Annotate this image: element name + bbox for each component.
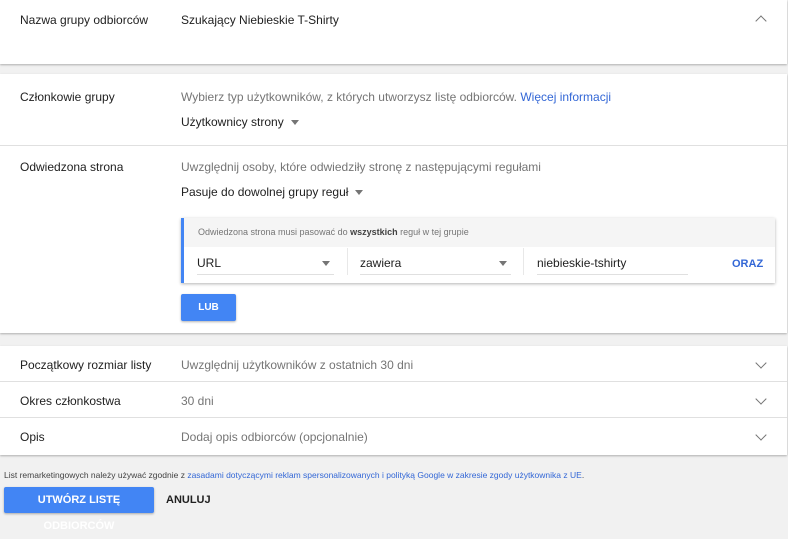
rule-group: Odwiedzona strona musi pasować do wszyst… <box>181 218 775 283</box>
separator <box>523 248 524 275</box>
or-button[interactable]: LUB <box>181 294 236 321</box>
divider <box>0 381 787 382</box>
policy-link[interactable]: zasadami dotyczącymi reklam spersonalizo… <box>187 470 581 480</box>
rule-header-suffix: reguł w tej grupie <box>400 227 469 237</box>
membership-value: 30 dni <box>181 394 214 408</box>
audience-name-label: Nazwa grupy odbiorców <box>20 13 149 27</box>
rule-field-value: URL <box>197 256 222 270</box>
chevron-down-icon[interactable] <box>755 357 767 369</box>
members-dropdown[interactable]: Użytkownicy strony <box>181 115 299 129</box>
description-placeholder: Dodaj opis odbiorców (opcjonalnie) <box>181 430 368 444</box>
audience-name-section: Nazwa grupy odbiorców Szukający Niebiesk… <box>0 0 787 64</box>
members-dropdown-value: Użytkownicy strony <box>181 115 284 129</box>
and-button[interactable]: ORAZ <box>732 258 763 270</box>
settings-section: Początkowy rozmiar listy Uwzględnij użyt… <box>0 346 787 455</box>
rule-value-input[interactable]: niebieskie-tshirty <box>537 252 688 275</box>
remarketing-policy-note: List remarketingowych należy używać zgod… <box>4 470 584 480</box>
rule-group-header: Odwiedzona strona musi pasować do wszyst… <box>184 218 775 247</box>
chevron-down-icon[interactable] <box>755 429 767 441</box>
cancel-button[interactable]: ANULUJ <box>166 487 211 513</box>
policy-note-prefix: List remarketingowych należy używać zgod… <box>4 470 185 480</box>
dropdown-caret-icon <box>322 261 330 266</box>
dropdown-caret-icon <box>499 261 507 266</box>
visited-page-label: Odwiedzona strona <box>20 160 124 174</box>
dropdown-caret-icon <box>355 190 364 196</box>
rule-field-select[interactable]: URL <box>197 252 334 275</box>
dropdown-caret-icon <box>290 120 299 126</box>
more-info-link[interactable]: Więcej informacji <box>520 90 611 104</box>
chevron-up-icon[interactable] <box>755 15 767 27</box>
policy-note-suffix: . <box>581 470 585 480</box>
rule-operator-select[interactable]: zawiera <box>360 252 511 275</box>
chevron-down-icon[interactable] <box>755 393 767 405</box>
rule-operator-value: zawiera <box>360 256 402 270</box>
create-audience-button[interactable]: UTWÓRZ LISTĘ ODBIORCÓW <box>4 487 154 532</box>
rule-groups-dropdown-value: Pasuje do dowolnej grupy reguł <box>181 185 349 199</box>
audience-name-value[interactable]: Szukający Niebieskie T-Shirty <box>181 13 339 27</box>
separator <box>347 248 348 275</box>
divider <box>0 417 787 418</box>
initial-size-value: Uwzględnij użytkowników z ostatnich 30 d… <box>181 358 414 372</box>
members-description: Wybierz typ użytkowników, z których utwo… <box>181 90 611 104</box>
rule-header-prefix: Odwiedzona strona musi pasować do <box>198 227 348 237</box>
rule-header-bold: wszystkich <box>350 227 398 237</box>
rules-section: Członkowie grupy Wybierz typ użytkownikó… <box>0 74 787 333</box>
membership-label: Okres członkostwa <box>20 394 121 408</box>
initial-size-label: Początkowy rozmiar listy <box>20 358 152 372</box>
description-label: Opis <box>20 430 45 444</box>
members-label: Członkowie grupy <box>20 90 115 104</box>
members-description-text: Wybierz typ użytkowników, z których utwo… <box>181 90 518 104</box>
visited-page-description: Uwzględnij osoby, które odwiedziły stron… <box>181 160 541 174</box>
divider <box>0 145 787 146</box>
rule-value-text: niebieskie-tshirty <box>537 256 627 270</box>
rule-groups-dropdown[interactable]: Pasuje do dowolnej grupy reguł <box>181 185 364 199</box>
